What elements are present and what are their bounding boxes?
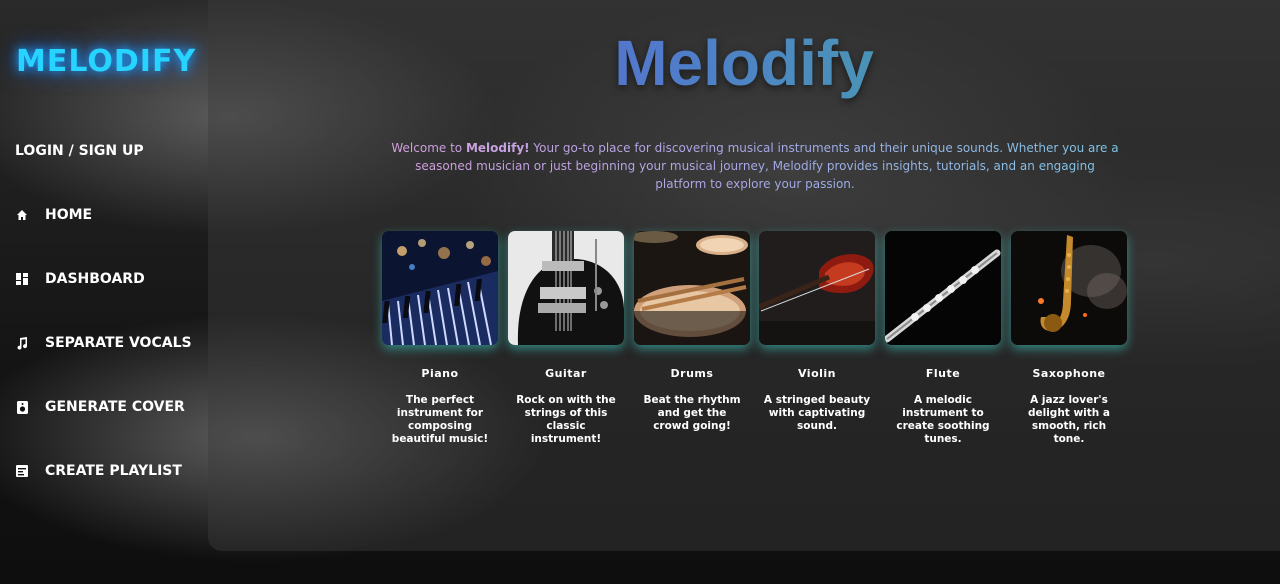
instrument-card-flute[interactable]: Flute A melodic instrument to create soo… xyxy=(885,231,1001,446)
nav-item-create-playlist[interactable]: CREATE PLAYLIST xyxy=(15,460,182,482)
welcome-brand: Melodify! xyxy=(465,141,530,155)
drums-image[interactable] xyxy=(634,231,750,345)
instrument-card-guitar[interactable]: Guitar Rock on with the strings of this … xyxy=(508,231,624,446)
nav-item-label: SEPARATE VOCALS xyxy=(45,335,192,351)
flute-image[interactable] xyxy=(885,231,1001,345)
instrument-description: A stringed beauty with captivating sound… xyxy=(763,394,871,432)
home-icon xyxy=(15,208,29,222)
instrument-description: The perfect instrument for composing bea… xyxy=(391,394,489,445)
instrument-name: Guitar xyxy=(545,367,587,380)
instrument-card-drums[interactable]: Drums Beat the rhythm and get the crowd … xyxy=(634,231,750,433)
music-note-icon xyxy=(15,336,29,350)
instrument-description: A jazz lover's delight with a smooth, ri… xyxy=(1027,394,1111,445)
sidebar: MELODIFY LOGIN / SIGN UP HOME DASHBOARD … xyxy=(0,0,208,584)
welcome-text: Welcome to Melodify! Your go-to place fo… xyxy=(388,139,1122,193)
instrument-name: Flute xyxy=(925,367,961,380)
instrument-name: Violin xyxy=(797,367,837,380)
nav-item-label: CREATE PLAYLIST xyxy=(45,463,182,479)
welcome-intro: Welcome to xyxy=(391,141,466,155)
piano-image[interactable] xyxy=(382,231,498,345)
instrument-cards: Piano The perfect instrument for composi… xyxy=(382,231,1142,461)
instrument-description: Beat the rhythm and get the crowd going! xyxy=(643,394,741,432)
instrument-card-saxophone[interactable]: Saxophone A jazz lover's delight with a … xyxy=(1011,231,1127,446)
playlist-icon xyxy=(15,464,29,478)
instrument-name: Piano xyxy=(421,367,459,380)
nav-item-dashboard[interactable]: DASHBOARD xyxy=(15,268,145,290)
instrument-name: Drums xyxy=(670,367,714,380)
brand-logo[interactable]: MELODIFY xyxy=(16,44,196,79)
nav-item-generate-cover[interactable]: GENERATE COVER xyxy=(15,396,185,418)
instrument-card-violin[interactable]: Violin A stringed beauty with captivatin… xyxy=(759,231,875,433)
instrument-card-piano[interactable]: Piano The perfect instrument for composi… xyxy=(382,231,498,446)
speaker-icon xyxy=(15,400,29,414)
nav-item-separate-vocals[interactable]: SEPARATE VOCALS xyxy=(15,332,192,354)
instrument-name: Saxophone xyxy=(1032,367,1106,380)
page-title: Melodify xyxy=(208,26,1280,100)
nav-item-label: DASHBOARD xyxy=(45,271,145,287)
nav-item-label: HOME xyxy=(45,207,93,223)
guitar-image[interactable] xyxy=(508,231,624,345)
instrument-description: A melodic instrument to create soothing … xyxy=(896,394,990,445)
violin-image[interactable] xyxy=(759,231,875,345)
login-signup-link[interactable]: LOGIN / SIGN UP xyxy=(15,143,144,159)
nav-item-home[interactable]: HOME xyxy=(15,204,92,226)
instrument-description: Rock on with the strings of this classic… xyxy=(516,394,616,445)
saxophone-image[interactable] xyxy=(1011,231,1127,345)
main-panel: Melodify Welcome to Melodify! Your go-to… xyxy=(208,0,1280,551)
dashboard-icon xyxy=(15,272,29,286)
nav-item-label: GENERATE COVER xyxy=(45,399,185,415)
